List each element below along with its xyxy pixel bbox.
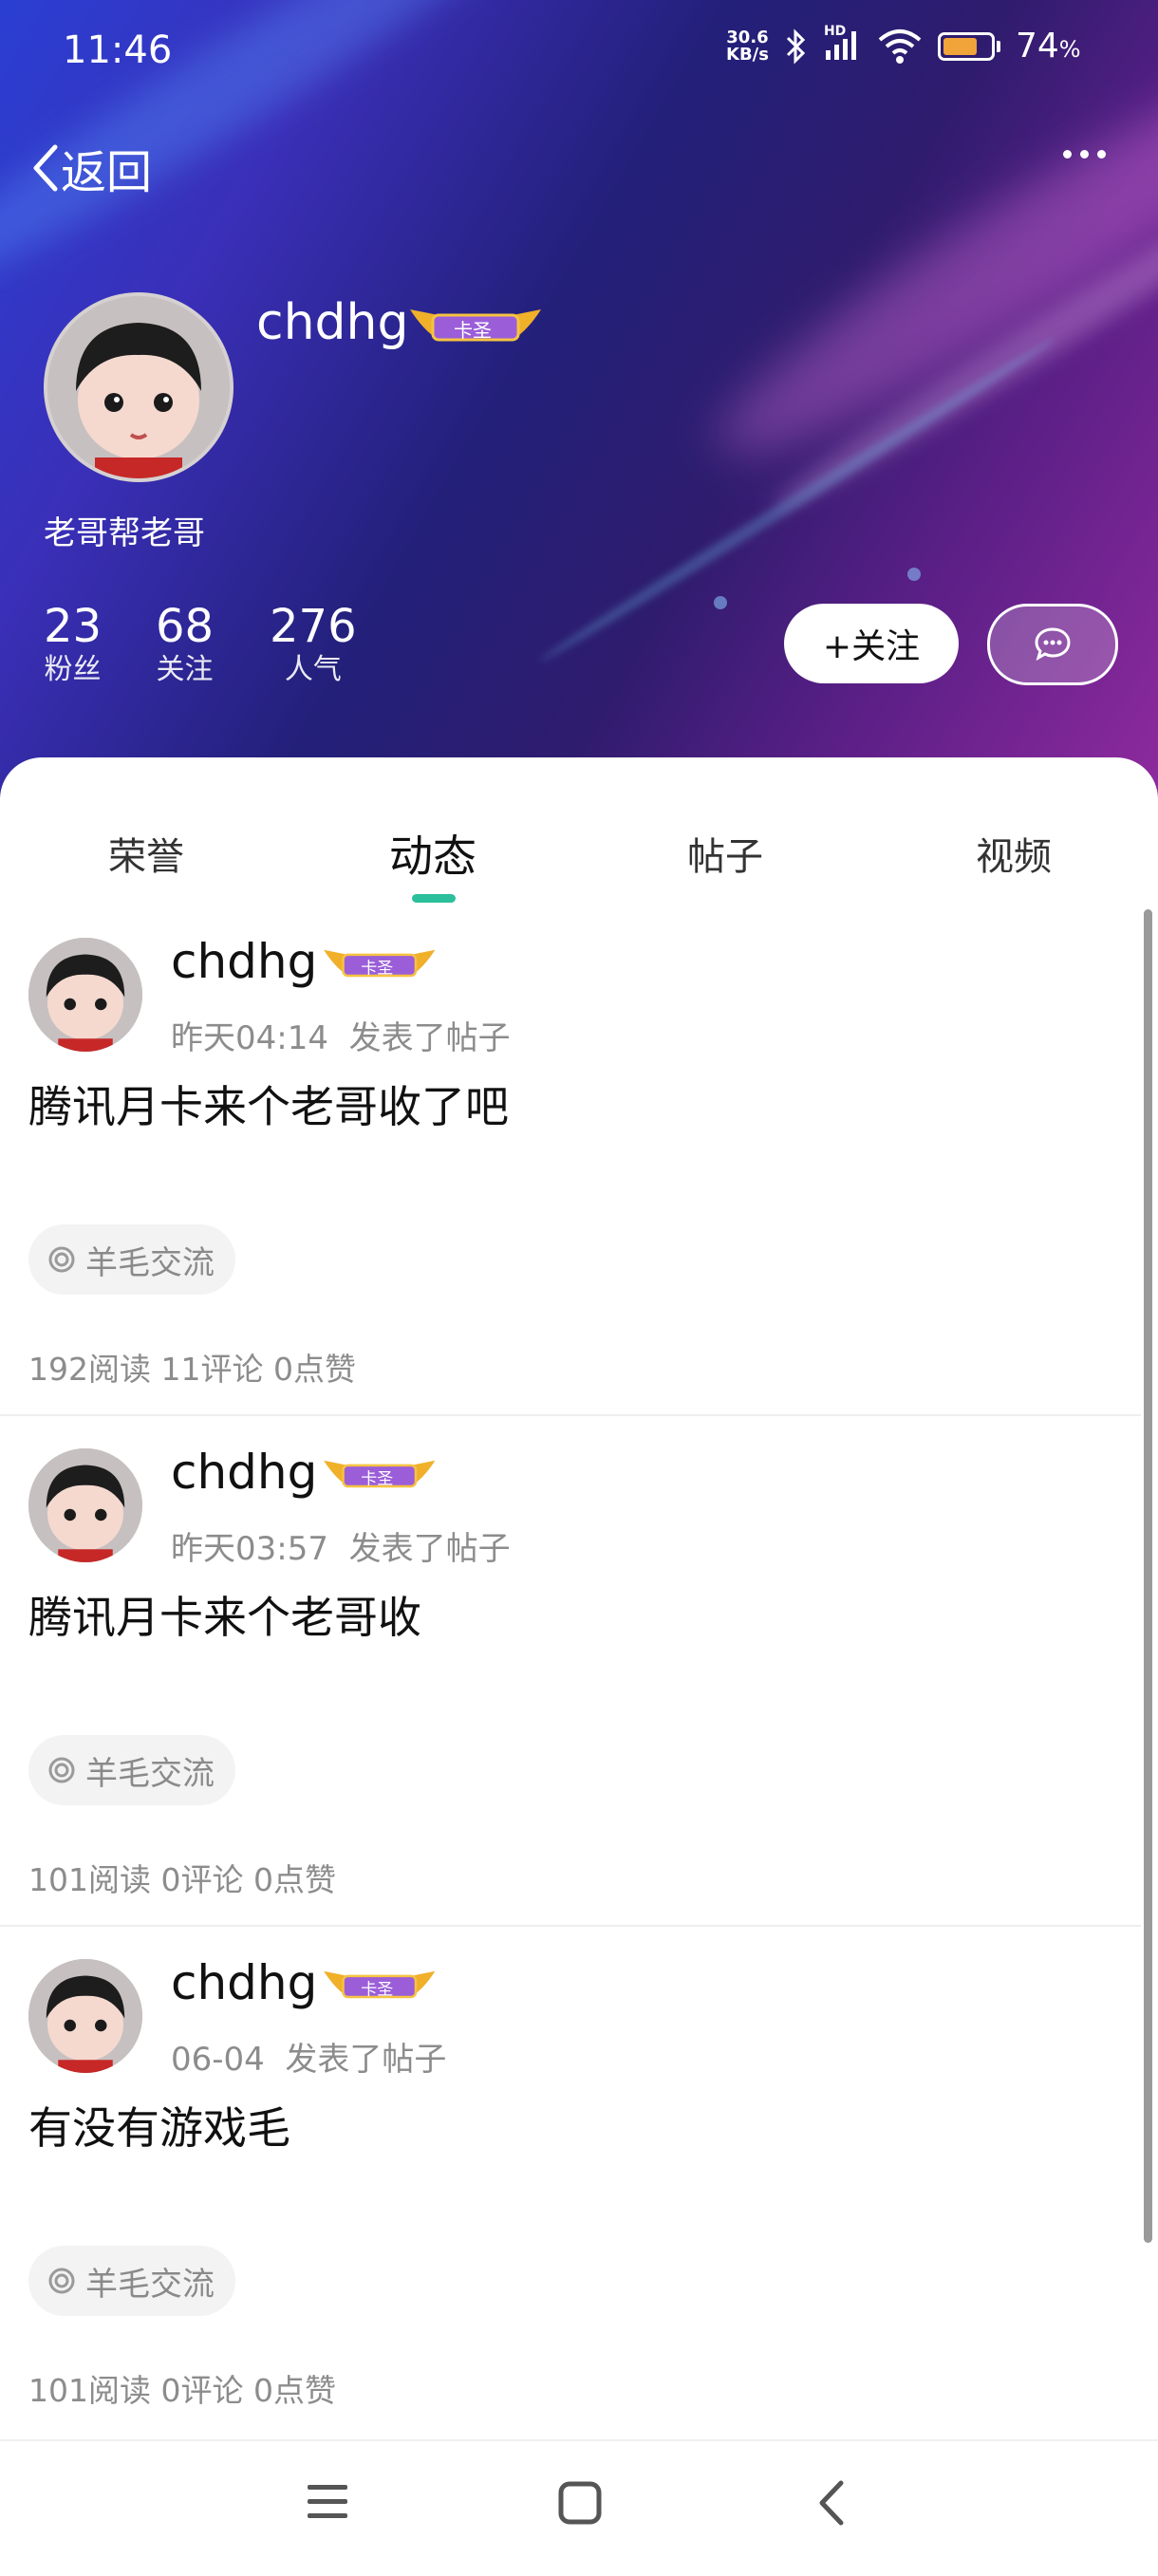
- more-options-button[interactable]: [1063, 150, 1106, 159]
- back-icon[interactable]: [814, 2479, 847, 2527]
- post-author-name[interactable]: chdhg: [171, 1955, 317, 2010]
- post-topic-tag[interactable]: 羊毛交流: [28, 2246, 235, 2316]
- user-rank-badge: 卡圣: [404, 302, 547, 349]
- tab-posts[interactable]: 帖子: [687, 826, 763, 881]
- stat-popularity: 276 人气: [270, 600, 357, 686]
- profile-avatar[interactable]: [44, 292, 233, 482]
- post-content[interactable]: 腾讯月卡来个老哥收了吧: [28, 1073, 509, 1135]
- battery-percent: 74%: [1015, 27, 1081, 65]
- post-author-name[interactable]: chdhg: [171, 934, 317, 989]
- topic-icon: [48, 1757, 75, 1783]
- post-topic-tag[interactable]: 羊毛交流: [28, 1224, 235, 1295]
- divider: [0, 1925, 1141, 1927]
- status-time: 11:46: [63, 28, 173, 72]
- divider: [0, 1414, 1141, 1416]
- stat-following[interactable]: 68 关注: [156, 600, 214, 687]
- user-rank-badge: 卡圣: [319, 943, 440, 984]
- network-speed: 30.6 KB/s: [726, 27, 769, 65]
- avatar-image: [28, 1959, 142, 2073]
- tab-honor[interactable]: 荣誉: [108, 826, 184, 881]
- user-rank-badge: 卡圣: [319, 1965, 440, 2006]
- battery-icon: [937, 31, 1000, 61]
- topic-icon: [48, 1246, 75, 1273]
- post-meta: 昨天03:57 发表了帖子: [171, 1530, 511, 1568]
- avatar-image: [47, 296, 230, 478]
- home-icon[interactable]: [558, 2481, 602, 2525]
- post-stats: 192阅读 11评论 0点赞: [28, 1351, 356, 1388]
- user-rank-badge: 卡圣: [319, 1454, 440, 1495]
- post-content[interactable]: 腾讯月卡来个老哥收: [28, 1583, 421, 1646]
- profile-username: chdhg: [256, 294, 409, 351]
- bluetooth-icon: [786, 28, 806, 65]
- post-meta: 昨天04:14 发表了帖子: [171, 1019, 511, 1057]
- avatar-image: [28, 1448, 142, 1562]
- post-topic-tag[interactable]: 羊毛交流: [28, 1735, 235, 1805]
- stat-fans[interactable]: 23 粉丝: [44, 600, 102, 687]
- post-author-avatar[interactable]: [28, 1959, 142, 2073]
- post-content[interactable]: 有没有游戏毛: [28, 2094, 290, 2156]
- chat-bubble-icon: [1035, 627, 1071, 662]
- more-dot-icon: [1063, 150, 1072, 159]
- system-navigation-bar: [0, 2439, 1158, 2576]
- post-stats: 101阅读 0评论 0点赞: [28, 1861, 336, 1898]
- post-author-name[interactable]: chdhg: [171, 1445, 317, 1500]
- avatar-image: [28, 938, 142, 1052]
- tab-activity[interactable]: 动态: [389, 822, 476, 885]
- post-meta: 06-04 发表了帖子: [171, 2041, 447, 2079]
- active-tab-indicator: [412, 894, 456, 903]
- post-author-avatar[interactable]: [28, 938, 142, 1052]
- cellular-signal-icon: HD: [824, 24, 862, 65]
- scrollbar[interactable]: [1144, 909, 1152, 2243]
- tab-videos[interactable]: 视频: [976, 826, 1052, 881]
- profile-bio: 老哥帮老哥: [44, 514, 205, 552]
- topic-icon: [48, 2268, 75, 2294]
- menu-icon[interactable]: [306, 2481, 349, 2523]
- message-button[interactable]: [987, 604, 1118, 685]
- chevron-left-icon: [33, 144, 58, 192]
- wifi-icon: [878, 28, 922, 64]
- back-label: 返回: [61, 146, 153, 199]
- post-stats: 101阅读 0评论 0点赞: [28, 2372, 336, 2409]
- status-icons: 30.6 KB/s HD 74%: [726, 24, 1081, 66]
- post-author-avatar[interactable]: [28, 1448, 142, 1562]
- follow-button[interactable]: +关注: [784, 604, 959, 683]
- back-button[interactable]: 返回: [28, 135, 152, 201]
